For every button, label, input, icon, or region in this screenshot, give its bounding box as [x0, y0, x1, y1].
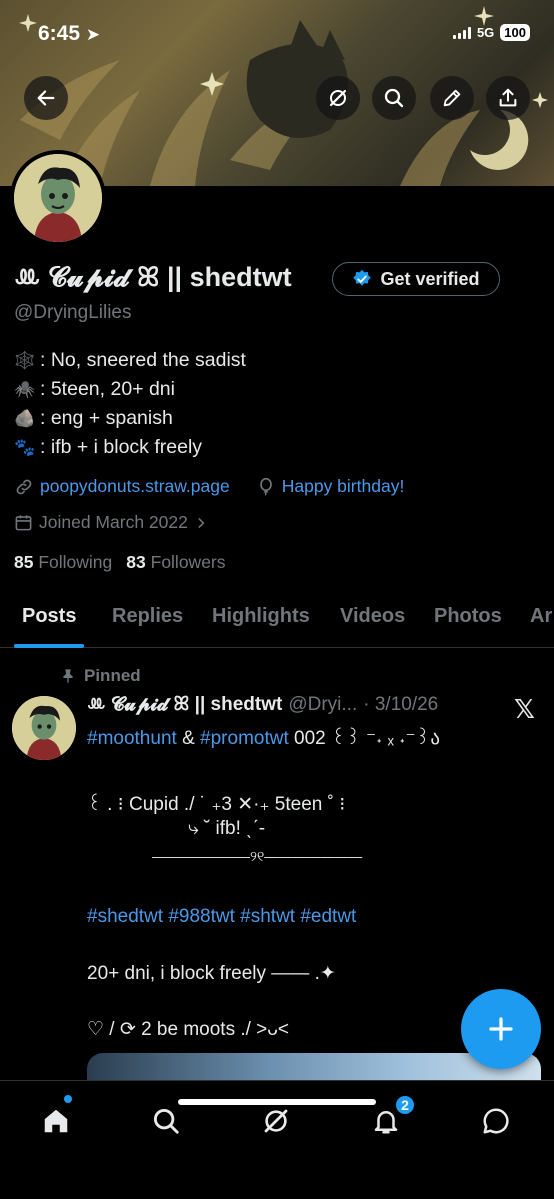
pencil-icon [443, 89, 461, 107]
status-bar: 6:45 ➤ 5G 100 [0, 0, 554, 70]
pinned-label: Pinned [84, 666, 141, 685]
search-icon [384, 88, 404, 108]
bio-line: 🪨 : eng + spanish [14, 404, 246, 433]
x-logo-icon: 𝕏 [514, 694, 535, 724]
status-time: 6:45 ➤ [38, 22, 100, 46]
tweet-line: #moothunt & #promotwt 002 ꒰꒱ ⁻˖ ₓ ˖⁻꒱ა [87, 724, 440, 750]
tweet-avatar-image [12, 696, 76, 760]
bottom-navigation: 2 [0, 1080, 554, 1199]
verified-badge-icon [353, 269, 372, 286]
spider-icon: 🕷️ [14, 379, 36, 399]
tab-photos[interactable]: Photos [434, 605, 502, 628]
bio-text: : 5teen, 20+ dni [40, 378, 175, 400]
edit-button[interactable] [430, 76, 474, 120]
tab-videos[interactable]: Videos [340, 605, 405, 628]
profile-meta-row: poopydonuts.straw.page Happy birthday! [14, 476, 404, 497]
grok-icon [329, 89, 347, 107]
search-icon [153, 1108, 179, 1134]
birthday-link[interactable]: Happy birthday! [282, 476, 405, 497]
notifications-badge: 2 [394, 1094, 416, 1116]
link-icon [16, 479, 32, 494]
profile-bio: 🕸️ : No, sneered the sadist 🕷️ : 5teen, … [14, 346, 246, 462]
status-indicators: 5G 100 [452, 24, 530, 41]
spiderweb-icon: 🕸️ [14, 350, 36, 370]
tweet-text: ⤷ ˘ ifb! ˎˊ- [188, 818, 266, 839]
following-count: 85 [14, 552, 34, 572]
bio-line: 🐾 : ifb + i block freely [14, 433, 246, 462]
followers-label: Followers [150, 552, 226, 572]
tweet-text: ꒰ . ⁝ Cupid ./ ˙ ₊3 ✕·₊ 5teen ˚ ⁝ [87, 794, 346, 815]
tweet-header: ꔛ 𝓒𝓾𝓹𝓲𝓭 ꕤ || shedtwt @Dryi... · 3/10/26 [87, 694, 438, 716]
location-arrow-icon: ➤ [85, 25, 101, 44]
bio-line: 🕷️ : 5teen, 20+ dni [14, 375, 246, 404]
network-label: 5G [476, 25, 495, 40]
share-button[interactable] [486, 76, 530, 120]
nav-search[interactable] [146, 1101, 186, 1141]
display-name: ꔛ 𝓒𝓾𝓹𝓲𝓭 ꕤ || shedtwt [14, 262, 292, 292]
tweet-divider-text: ———————୨୧——————— [152, 848, 363, 864]
tweet-text: 002 ꒰꒱ ⁻˖ ₓ ˖⁻꒱ა [294, 728, 440, 749]
paw-prints-icon: 🐾 [14, 437, 36, 457]
joined-date: Joined March 2022 [39, 512, 188, 532]
pin-icon [63, 669, 73, 683]
nav-messages[interactable] [476, 1101, 516, 1141]
profile-name-row: ꔛ 𝓒𝓾𝓹𝓲𝓭 ꕤ || shedtwt [14, 262, 292, 294]
home-icon [44, 1109, 68, 1133]
grok-button[interactable] [316, 76, 360, 120]
home-indicator [178, 1099, 376, 1105]
followers-link[interactable]: 83 Followers [126, 552, 225, 573]
profile-tabs: Posts Replies Highlights Videos Photos A… [0, 596, 554, 648]
nav-home[interactable] [36, 1101, 76, 1141]
get-verified-button[interactable]: Get verified [332, 262, 500, 296]
following-link[interactable]: 85 Following [14, 552, 112, 573]
pinned-label-row: Pinned [60, 666, 141, 686]
plus-icon [489, 1017, 513, 1041]
bio-line: 🕸️ : No, sneered the sadist [14, 346, 246, 375]
avatar-image [14, 154, 102, 242]
bio-text: : No, sneered the sadist [40, 349, 246, 371]
following-label: Following [38, 552, 113, 572]
chevron-right-icon [198, 517, 205, 528]
tab-highlights[interactable]: Highlights [212, 605, 310, 628]
joined-row[interactable]: Joined March 2022 [14, 512, 208, 533]
bio-text: : eng + spanish [40, 407, 173, 429]
follow-counts: 85 Following 83 Followers [14, 552, 226, 573]
tweet-text: ♡ / ⟳ 2 be moots ./ >ᴗ< [87, 1019, 289, 1040]
back-arrow-icon [37, 90, 55, 106]
signal-icon [452, 26, 471, 39]
hashtag-link[interactable]: #promotwt [200, 728, 289, 749]
tweet-date[interactable]: · 3/10/26 [363, 694, 438, 716]
battery-icon: 100 [500, 24, 530, 41]
followers-count: 83 [126, 552, 146, 572]
calendar-icon [15, 515, 32, 531]
tweet-text: 20+ dni, i block freely —— .✦ [87, 963, 336, 984]
bio-text: : ifb + i block freely [40, 436, 203, 458]
share-icon [499, 88, 517, 107]
balloon-icon [259, 477, 272, 496]
home-notification-dot [64, 1095, 72, 1103]
grok-icon [264, 1109, 288, 1133]
profile-handle: @DryingLilies [14, 302, 132, 323]
active-tab-indicator [14, 644, 84, 648]
rock-icon: 🪨 [14, 408, 36, 428]
tab-posts[interactable]: Posts [22, 605, 76, 628]
status-time-text: 6:45 [38, 22, 81, 45]
tab-replies[interactable]: Replies [112, 605, 183, 628]
search-button[interactable] [372, 76, 416, 120]
back-button[interactable] [24, 76, 68, 120]
hashtag-link[interactable]: #moothunt [87, 728, 177, 749]
profile-website-link[interactable]: poopydonuts.straw.page [40, 476, 230, 497]
tweet-avatar[interactable] [12, 696, 76, 760]
tweet-hashtags[interactable]: #shedtwt #988twt #shtwt #edtwt [87, 906, 356, 928]
tab-articles[interactable]: Ar [530, 605, 552, 628]
profile-avatar[interactable] [10, 150, 106, 246]
nav-grok[interactable] [256, 1101, 296, 1141]
get-verified-label: Get verified [380, 268, 480, 289]
compose-button[interactable] [461, 989, 541, 1069]
tweet-author-name[interactable]: ꔛ 𝓒𝓾𝓹𝓲𝓭 ꕤ || shedtwt [87, 694, 282, 716]
tweet-author-handle[interactable]: @Dryi... [288, 694, 357, 716]
chat-bubble-icon [483, 1108, 509, 1134]
tweet-text: & [182, 728, 195, 749]
